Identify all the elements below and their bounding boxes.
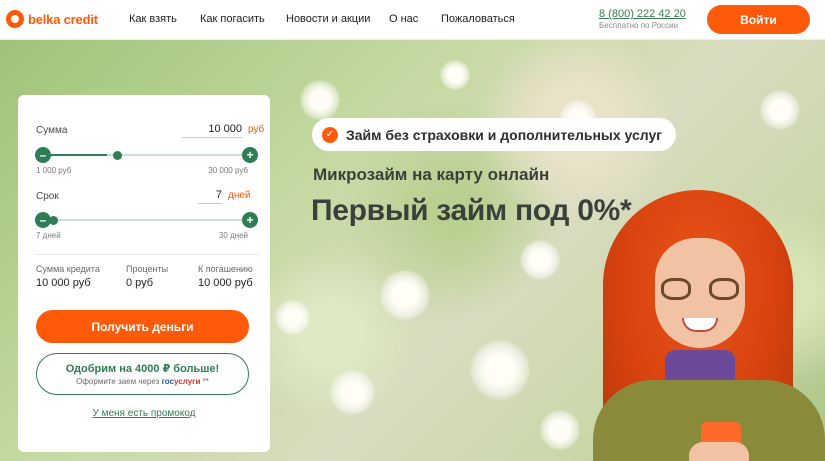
login-button[interactable]: Войти: [707, 5, 810, 34]
get-money-button[interactable]: Получить деньги: [36, 310, 249, 343]
amount-plus-icon[interactable]: +: [242, 147, 258, 163]
blossom-decor: [300, 80, 340, 120]
main-nav: Как взять Как погасить Новости и акции О…: [129, 13, 515, 25]
gosuslugi-button[interactable]: Одобрим на 4000 ₽ больше! Оформите заем …: [36, 353, 249, 395]
blossom-decor: [540, 410, 580, 450]
amount-label: Сумма: [36, 125, 68, 136]
gosuslugi-logo-text: госуслуги: [161, 377, 201, 386]
blossom-decor: [330, 370, 375, 415]
nav-item-how-to-repay[interactable]: Как погасить: [200, 13, 286, 25]
hero-subtitle: Микрозайм на карту онлайн: [313, 165, 550, 184]
blossom-decor: [760, 90, 800, 130]
summary-credit: Сумма кредита 10 000 руб: [36, 264, 100, 289]
blossom-decor: [380, 270, 430, 320]
loan-calculator: Сумма 10 000 руб – + 1 000 руб 30 000 ру…: [18, 95, 270, 452]
check-icon: ✓: [322, 126, 338, 143]
nav-item-complain[interactable]: Пожаловаться: [441, 13, 515, 25]
gosuslugi-title: Одобрим на 4000 ₽ больше!: [65, 363, 220, 375]
term-unit: дней: [228, 190, 251, 201]
amount-min: 1 000 руб: [36, 166, 72, 175]
summary-repay: К погашению 10 000 руб: [198, 264, 253, 289]
amount-unit: руб: [248, 124, 265, 135]
term-slider[interactable]: – +: [35, 212, 258, 228]
nav-item-about[interactable]: О нас: [389, 13, 441, 25]
term-label: Срок: [36, 191, 59, 202]
amount-field[interactable]: 10 000 руб: [182, 123, 264, 138]
blossom-decor: [275, 300, 310, 335]
amount-slider-fill: [43, 154, 108, 156]
logo-text: belka credit: [28, 11, 98, 27]
contact-phone: 8 (800) 222 42 20 Бесплатно по России: [599, 8, 686, 30]
amount-slider-handle[interactable]: [113, 151, 123, 160]
term-field[interactable]: 7 дней: [198, 189, 251, 204]
term-input[interactable]: 7: [198, 189, 222, 204]
badge-text: Займ без страховки и дополнительных услу…: [346, 126, 663, 143]
gosuslugi-subtitle: Оформите заем через госуслуги **: [76, 377, 209, 386]
woman-photo: [585, 190, 825, 461]
phone-number-link[interactable]: 8 (800) 222 42 20: [599, 8, 686, 20]
summary-interest: Проценты 0 руб: [126, 264, 169, 289]
term-max: 30 дней: [218, 231, 248, 240]
site-header: belka credit Как взять Как погасить Ново…: [0, 0, 825, 40]
blossom-decor: [470, 340, 530, 400]
phone-note: Бесплатно по России: [599, 21, 679, 30]
divider: [35, 254, 258, 255]
amount-minus-icon[interactable]: –: [35, 147, 51, 163]
term-min: 7 дней: [36, 231, 61, 240]
logo[interactable]: belka credit: [6, 10, 98, 28]
glasses-icon: [661, 278, 739, 302]
squirrel-logo-icon: [6, 10, 24, 28]
nav-item-how-to-get[interactable]: Как взять: [129, 13, 200, 25]
amount-max: 30 000 руб: [208, 166, 248, 175]
amount-slider[interactable]: – +: [35, 147, 258, 163]
amount-input[interactable]: 10 000: [182, 123, 242, 138]
blossom-decor: [440, 60, 470, 90]
no-insurance-badge: ✓ Займ без страховки и дополнительных ус…: [312, 118, 677, 151]
hero-headline: Первый займ под 0%*: [311, 194, 632, 227]
term-slider-handle[interactable]: [49, 216, 58, 225]
blossom-decor: [520, 240, 560, 280]
nav-item-news[interactable]: Новости и акции: [286, 13, 389, 25]
promo-code-link[interactable]: У меня есть промокод: [18, 408, 270, 419]
term-plus-icon[interactable]: +: [242, 212, 258, 228]
